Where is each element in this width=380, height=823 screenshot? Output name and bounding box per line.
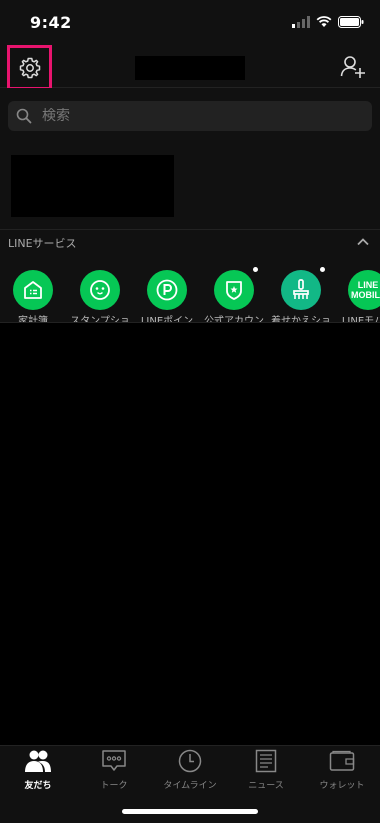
add-friend-icon xyxy=(340,56,365,78)
service-theme-shop[interactable]: 着せかえショップ xyxy=(271,267,331,323)
service-official-accounts[interactable]: 公式アカウント xyxy=(204,267,264,323)
tab-chats[interactable]: トーク xyxy=(76,746,152,796)
official-account-icon xyxy=(214,267,258,310)
chat-icon xyxy=(101,749,127,773)
service-household[interactable]: 家計簿 xyxy=(3,270,63,323)
service-label: LINEモバイル xyxy=(341,316,380,323)
tab-timeline[interactable]: タイムライン xyxy=(152,746,228,796)
profile-name-redacted xyxy=(135,56,245,80)
status-bar: 9:42 xyxy=(0,0,380,46)
line-mobile-icon: LINE MOBILE xyxy=(348,270,380,310)
timeline-icon xyxy=(178,749,202,773)
line-mobile-icon-text: LINE MOBILE xyxy=(351,280,380,300)
tab-label: タイムライン xyxy=(163,781,217,791)
services-header[interactable]: LINEサービス xyxy=(0,230,380,255)
profile-card-redacted[interactable] xyxy=(11,155,174,217)
service-line-points[interactable]: LINEポイント xyxy=(137,270,197,323)
tab-label: ニュース xyxy=(248,781,284,791)
news-icon xyxy=(255,749,277,773)
search-input[interactable] xyxy=(42,108,342,124)
gear-icon xyxy=(19,57,40,78)
service-label: 着せかえショップ xyxy=(271,316,331,323)
services-row: 家計簿 スタンプショップ LINEポイント xyxy=(0,255,380,323)
signal-icon xyxy=(292,16,310,28)
add-friend-button[interactable] xyxy=(340,54,366,80)
friends-icon xyxy=(24,749,52,773)
profile-area xyxy=(0,144,380,230)
tab-friends[interactable]: 友だち xyxy=(0,746,76,796)
tab-label: ウォレット xyxy=(319,781,365,791)
service-label: 公式アカウント xyxy=(204,316,264,323)
household-icon xyxy=(13,270,53,310)
search-box[interactable] xyxy=(8,101,372,131)
new-badge xyxy=(320,267,325,272)
search-area xyxy=(0,88,380,144)
tab-label: 友だち xyxy=(24,781,52,791)
tab-news[interactable]: ニュース xyxy=(228,746,304,796)
sticker-icon xyxy=(80,270,120,310)
content-area xyxy=(0,323,380,745)
search-icon xyxy=(16,107,34,125)
service-label: スタンプショップ xyxy=(70,316,130,323)
battery-icon xyxy=(338,16,364,28)
wallet-icon xyxy=(329,749,355,773)
home-indicator[interactable] xyxy=(122,809,258,814)
new-badge xyxy=(253,267,258,272)
status-time: 9:42 xyxy=(30,13,72,32)
chevron-up-icon[interactable] xyxy=(356,235,370,249)
service-label: LINEポイント xyxy=(140,316,194,323)
service-label: 家計簿 xyxy=(18,316,48,323)
services-title: LINEサービス xyxy=(8,237,77,250)
settings-button[interactable] xyxy=(7,45,52,90)
wifi-icon xyxy=(316,16,332,27)
header xyxy=(0,45,380,90)
service-sticker-shop[interactable]: スタンプショップ xyxy=(70,270,130,323)
theme-icon xyxy=(281,267,325,310)
tab-wallet[interactable]: ウォレット xyxy=(304,746,380,796)
status-icons xyxy=(292,15,364,29)
tab-label: トーク xyxy=(100,781,128,791)
service-line-mobile[interactable]: LINE MOBILE LINEモバイル xyxy=(338,270,380,323)
points-icon xyxy=(147,270,187,310)
